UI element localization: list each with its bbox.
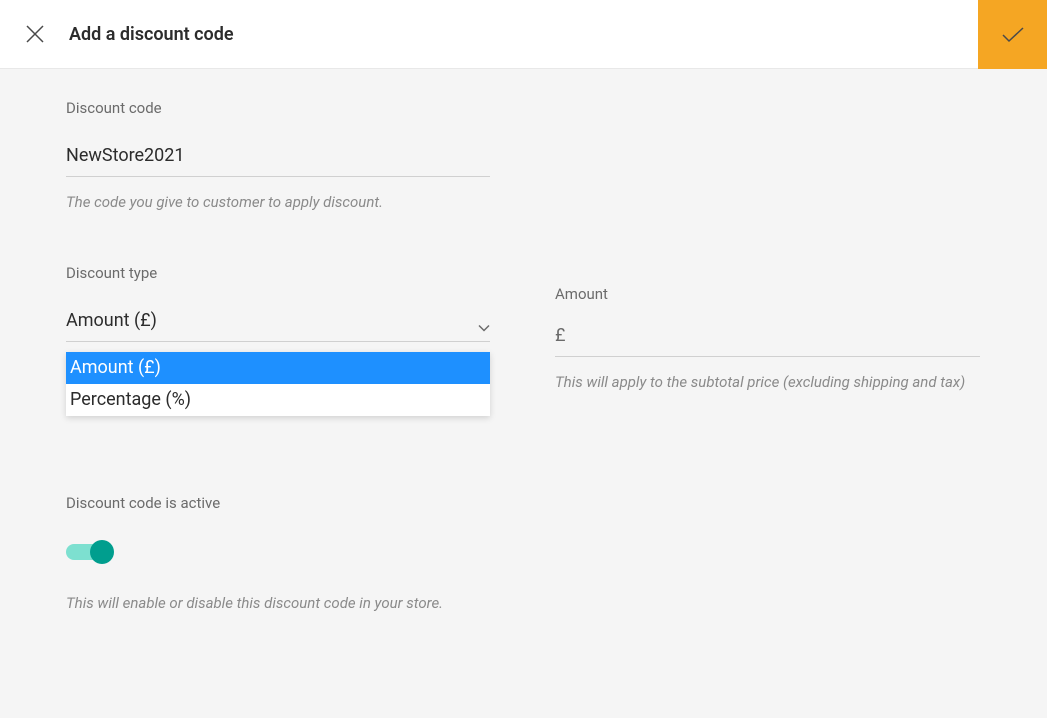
confirm-button[interactable]: [978, 0, 1047, 69]
active-label: Discount code is active: [66, 494, 490, 512]
discount-type-group: Discount type Amount (£) Amount (£) Perc…: [66, 264, 490, 342]
discount-code-group: Discount code The code you give to custo…: [66, 99, 490, 214]
amount-input[interactable]: [571, 325, 980, 346]
close-icon: [26, 25, 44, 43]
discount-type-select[interactable]: Amount (£) Amount (£) Percentage (%): [66, 304, 490, 342]
discount-code-label: Discount code: [66, 99, 490, 117]
modal-header: Add a discount code: [0, 0, 1047, 69]
chevron-down-icon: [478, 316, 490, 324]
right-column: Amount £ This will apply to the subtotal…: [490, 99, 980, 664]
left-column: Discount code The code you give to custo…: [0, 99, 490, 664]
active-toggle[interactable]: [66, 540, 114, 564]
discount-type-label: Discount type: [66, 264, 490, 282]
discount-code-input[interactable]: [66, 139, 490, 177]
discount-type-display[interactable]: Amount (£): [66, 304, 490, 342]
toggle-thumb: [90, 540, 114, 564]
modal-content: Discount code The code you give to custo…: [0, 69, 1047, 664]
amount-currency: £: [555, 325, 565, 346]
active-group: Discount code is active This will enable…: [66, 494, 490, 615]
dropdown-option-amount[interactable]: Amount (£): [66, 352, 490, 384]
page-title: Add a discount code: [69, 24, 234, 45]
check-icon: [1001, 26, 1025, 44]
amount-group: Amount £ This will apply to the subtotal…: [555, 285, 980, 394]
active-hint: This will enable or disable this discoun…: [66, 592, 490, 615]
amount-hint: This will apply to the subtotal price (e…: [555, 371, 980, 394]
dropdown-option-percentage[interactable]: Percentage (%): [66, 384, 490, 416]
amount-label: Amount: [555, 285, 980, 303]
discount-code-hint: The code you give to customer to apply d…: [66, 191, 490, 214]
discount-type-value: Amount (£): [66, 310, 157, 331]
close-button[interactable]: [0, 0, 69, 69]
discount-type-dropdown: Amount (£) Percentage (%): [66, 352, 490, 416]
amount-input-wrap: £: [555, 325, 980, 357]
